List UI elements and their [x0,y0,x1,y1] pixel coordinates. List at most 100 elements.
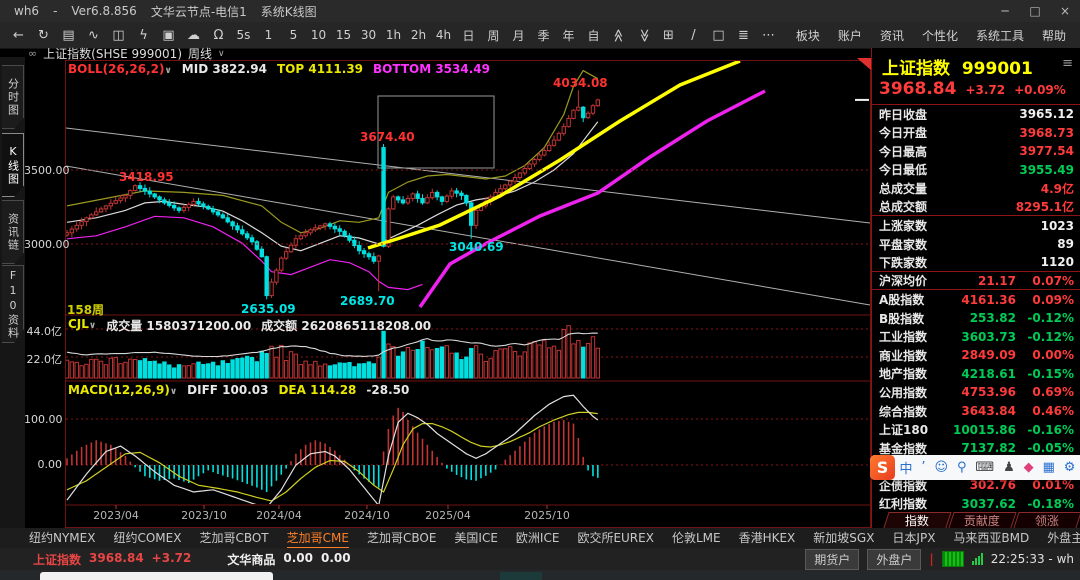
quote-row[interactable]: 总成交量 4.9亿 [872,179,1080,198]
quote-row-label: 商业指数 [879,348,928,363]
ime-mic-icon[interactable]: ⚲ [957,460,967,475]
quote-row[interactable]: 公用指数 4753.96 0.69% [872,383,1080,402]
quote-row-value: 3965.12 [1019,107,1074,122]
status-clock: 22:25:33 - wh [990,552,1074,566]
quote-row-value: 1023 [1040,218,1074,233]
axis-label: 0.00 [37,458,63,471]
exchange-tab-欧交所EUREX[interactable]: 欧交所EUREX [577,529,654,548]
macd-dea-value: DEA 114.28 [278,383,357,397]
quote-row-value: 2849.09 [961,348,1016,363]
exchange-tab-纽约NYMEX[interactable]: 纽约NYMEX [29,529,95,548]
x-axis-label: 2025/04 [425,509,471,522]
exchange-tab-马来西亚BMD[interactable]: 马来西亚BMD [953,529,1029,548]
macd-bar-value: -28.50 [366,383,410,397]
quote-row[interactable]: A股指数 4161.36 0.09% [872,290,1080,309]
quote-row[interactable]: 昨日收盘 3965.12 [872,105,1080,124]
exchange-tab-欧洲ICE[interactable]: 欧洲ICE [516,529,560,548]
quote-row-label: 上证180 [879,423,929,438]
exchange-tab-香港HKEX[interactable]: 香港HKEX [739,529,796,548]
exchange-tab-日本JPX[interactable]: 日本JPX [892,529,935,548]
quote-row[interactable]: 平盘家数 89 [872,235,1080,254]
ime-settings-icon[interactable]: ⚙ [1064,460,1076,475]
list-menu-icon[interactable]: ≡ [1062,56,1073,71]
quote-row-value: 89 [1057,237,1074,252]
volume-header: CJL∨ 成交量 1580371200.00 成交额 2620865118208… [68,317,431,334]
quote-row[interactable]: 今日最高 3977.54 [872,142,1080,161]
quote-row[interactable]: 今日开盘 3968.73 [872,124,1080,143]
chart-annotation: 2689.70 [340,294,395,308]
ime-skin-icon[interactable]: ◆ [1024,460,1034,475]
quote-row[interactable]: 地产指数 4218.61 -0.15% [872,365,1080,384]
quote-tab-领涨[interactable]: 领涨 [1013,512,1080,528]
quote-row-value: 1120 [1040,255,1074,270]
exchange-tab-芝加哥CBOE[interactable]: 芝加哥CBOE [367,529,436,548]
quote-row[interactable]: 总成交额 8295.1亿 [872,198,1080,217]
quote-row[interactable]: 上证180 10015.86 -0.16% [872,420,1080,439]
amount-value: 成交额 2620865118208.00 [261,319,432,333]
quote-row-pct: 0.69% [1032,385,1074,400]
exchange-tab-新加坡SGX[interactable]: 新加坡SGX [813,529,874,548]
axis-label: 3000.00 [24,238,70,251]
quote-row-value: 4161.36 [961,292,1016,307]
boll-mid-value: MID 3822.94 [181,62,267,76]
exchange-tab-芝加哥CBOT[interactable]: 芝加哥CBOT [199,529,268,548]
quote-tab-贡献度[interactable]: 贡献度 [948,512,1017,528]
quote-row[interactable]: 商业指数 2849.09 0.00% [872,346,1080,365]
quote-row-label: B股指数 [879,311,925,326]
chart-annotation: 4034.08 [553,76,608,90]
quote-row-label: A股指数 [879,293,925,308]
ime-toolbox-icon[interactable]: ▦ [1043,460,1055,475]
last-price: 3968.84 [879,79,957,99]
macd-indicator-label[interactable]: MACD(12,26,9)∨ [68,383,177,397]
ime-logo[interactable]: S [870,455,895,480]
volume-indicator-label[interactable]: CJL∨ [68,317,96,334]
quote-row[interactable]: 今日最低 3955.49 [872,161,1080,180]
quote-row-pct: -0.15% [1027,366,1074,381]
price-change: +3.72 [965,83,1006,97]
quote-row-pct: 0.09% [1032,292,1074,307]
quote-row[interactable]: 下跌家数 1120 [872,253,1080,272]
axis-label: 44.0亿 [26,325,63,338]
quote-row[interactable]: 上涨家数 1023 [872,216,1080,235]
ime-apostrophe-icon[interactable]: ’ [921,460,925,475]
quote-row-label: 红利指数 [879,497,928,512]
macd-diff-value: DIFF 100.03 [187,383,269,397]
quote-tab-指数[interactable]: 指数 [883,512,952,528]
quote-row-pct: 0.01% [1032,478,1074,493]
boll-top-value: TOP 4111.39 [277,62,364,76]
quote-row[interactable]: B股指数 253.82 -0.12% [872,309,1080,328]
quote-row-value: 8295.1亿 [1015,200,1074,214]
boll-indicator-label[interactable]: BOLL(26,26,2)∨ [68,62,172,76]
ime-account-icon[interactable]: ♟ [1003,460,1015,475]
quote-row[interactable]: 沪深均价 21.17 0.07% [872,272,1080,291]
status-index-quote[interactable]: 上证指数 3968.84 +3.72 [33,551,191,568]
foreign-account-button[interactable]: 外盘户 [867,548,922,570]
quote-row[interactable]: 红利指数 3037.62 -0.18% [872,494,1080,513]
quote-row[interactable]: 综合指数 3643.84 0.46% [872,402,1080,421]
status-wenhua-quote[interactable]: 文华商品 0.00 0.00 [227,551,350,568]
quote-row-pct: -0.16% [1027,422,1074,437]
exchange-tab-伦敦LME[interactable]: 伦敦LME [672,529,721,548]
ime-chinese-mode-icon[interactable]: 中 [899,458,912,477]
ime-keyboard-icon[interactable]: ⌨ [975,460,994,475]
exchange-tab-纽约COMEX[interactable]: 纽约COMEX [113,529,181,548]
quote-row[interactable]: 工业指数 3603.73 -0.12% [872,328,1080,347]
exchange-tab-bar: 纽约NYMEX 纽约COMEX 芝加哥CBOT 芝加哥CME 芝加哥CBOE 美国ICE 欧… [0,528,1080,548]
exchange-tab-外盘主力合约[interactable]: 外盘主力合约 [1047,529,1080,548]
x-axis-label: 2025/10 [524,509,570,522]
futures-account-button[interactable]: 期货户 [805,548,860,570]
quote-row-label: 今日最高 [879,144,928,159]
exchange-tab-美国ICE[interactable]: 美国ICE [454,529,498,548]
status-bar: 上证指数 3968.84 +3.72 文华商品 0.00 0.00 期货户 外盘… [0,548,1080,570]
quote-row-value: 3603.73 [961,329,1016,344]
chart-annotation: 2635.09 [241,302,296,316]
x-axis-label: 2024/10 [344,509,390,522]
quote-row-value: 253.82 [969,311,1016,326]
price-change-pct: +0.09% [1014,83,1066,97]
exchange-tab-芝加哥CME[interactable]: 芝加哥CME [286,529,349,548]
quote-row-pct: 0.00% [1032,348,1074,363]
boll-bottom-value: BOTTOM 3534.49 [373,62,490,76]
quote-row-label: 上涨家数 [879,219,928,234]
ime-emoji-icon[interactable]: ☺ [934,460,948,475]
quote-row-value: 3643.84 [961,404,1016,419]
